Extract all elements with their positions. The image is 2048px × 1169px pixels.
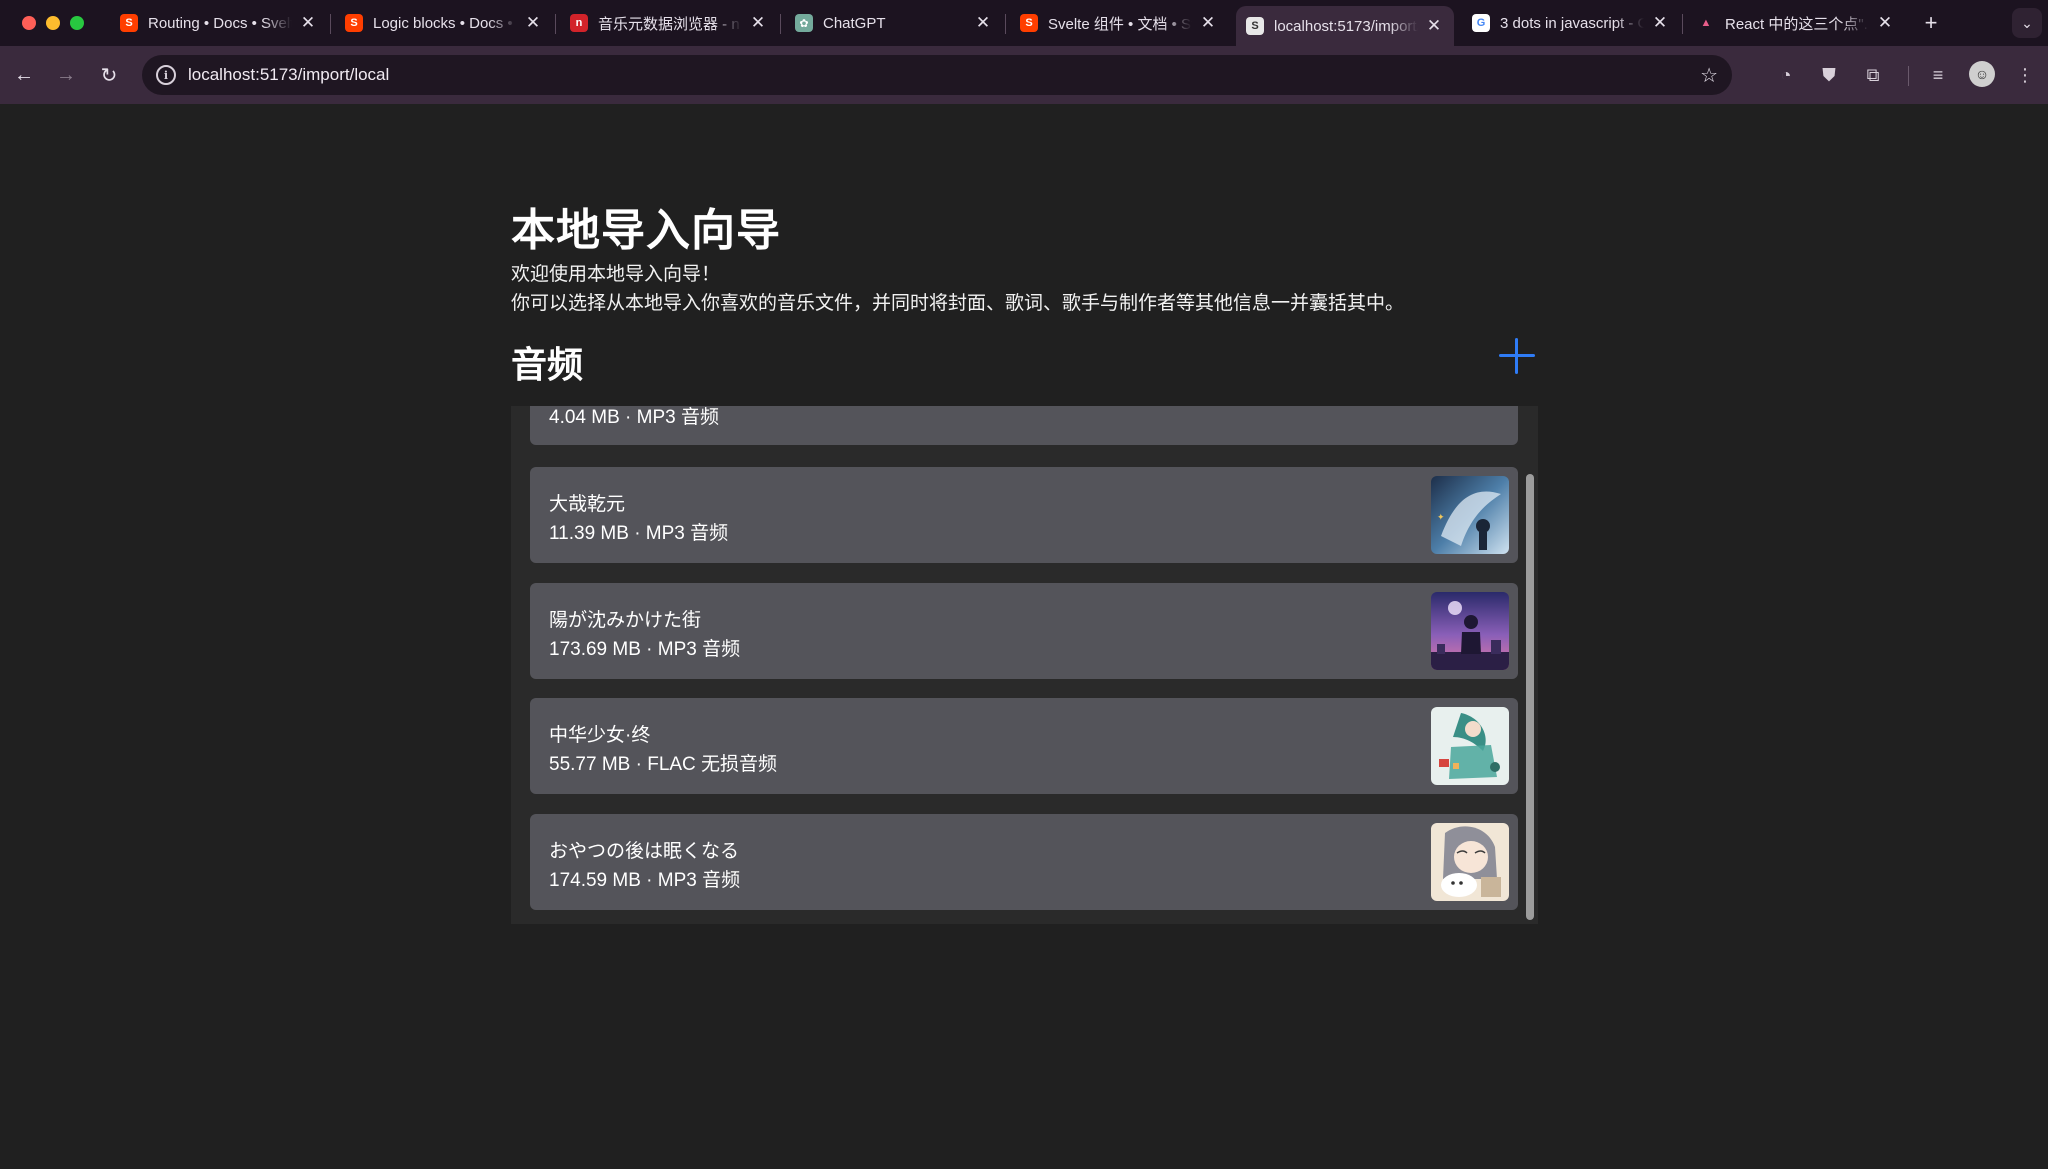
album-cover: ✦ [1431, 476, 1509, 554]
media-control-icon[interactable]: ≡ [1925, 62, 1951, 88]
tab-separator [555, 14, 556, 34]
album-cover [1431, 707, 1509, 785]
track-meta: 4.04 MB · MP3 音频 [549, 407, 719, 428]
address-bar[interactable]: i localhost:5173/import/local ☆ [142, 55, 1732, 95]
tab-title: 音乐元数据浏览器 - n [598, 15, 740, 33]
track-title: 中华少女·终 [549, 725, 651, 746]
extensions-puzzle-icon[interactable]: ⧉ [1860, 62, 1886, 88]
tab-separator [1005, 14, 1006, 34]
browser-toolbar: ← → ↻ i localhost:5173/import/local ☆ ◔ … [0, 46, 2048, 104]
tab-close-icon[interactable]: ✕ [1424, 16, 1444, 36]
tab-search-button[interactable]: ⌄ [2012, 8, 2042, 38]
tab-close-icon[interactable]: ✕ [973, 13, 993, 33]
google-logo-icon: G [1472, 14, 1490, 32]
browser-tab[interactable]: n 音乐元数据浏览器 - n ✕ [560, 6, 778, 40]
track-meta: 174.59 MB · MP3 音频 [549, 870, 741, 891]
reload-button[interactable]: ↻ [95, 61, 123, 89]
url-text[interactable]: localhost:5173/import/local [188, 65, 389, 85]
album-cover [1431, 592, 1509, 670]
window-minimize-button[interactable] [46, 16, 60, 30]
audio-list[interactable]: 4.04 MB · MP3 音频 大哉乾元 11.39 MB · MP3 音频 [511, 406, 1538, 924]
album-cover [1431, 823, 1509, 901]
browser-tab[interactable]: ▲ React 中的这三个点"..." ✕ [1687, 6, 1905, 40]
browser-tab[interactable]: S Logic blocks • Docs • Svelte ✕ [335, 6, 553, 40]
tab-separator [330, 14, 331, 34]
page-title: 本地导入向导 [511, 206, 781, 255]
audio-list-scrollbar[interactable] [1526, 474, 1534, 920]
audio-list-item[interactable]: 陽が沈みかけた街 173.69 MB · MP3 音频 [530, 583, 1518, 679]
svelte-logo-icon: S [1020, 14, 1038, 32]
new-tab-button[interactable]: + [1916, 8, 1946, 38]
n-logo-icon: n [570, 14, 588, 32]
audio-list-item[interactable]: 大哉乾元 11.39 MB · MP3 音频 ✦ [530, 467, 1518, 563]
tab-title: Routing • Docs • Svelte [148, 14, 292, 32]
tab-close-icon[interactable]: ✕ [748, 13, 768, 33]
browser-tab[interactable]: S Svelte 组件 • 文档 • Svelte ✕ [1010, 6, 1228, 40]
track-meta: 55.77 MB · FLAC 无损音频 [549, 754, 778, 775]
intro-text: 欢迎使用本地导入向导！ 你可以选择从本地导入你喜欢的音乐文件，并同时将封面、歌词… [511, 260, 1531, 318]
window-close-button[interactable] [22, 16, 36, 30]
tab-separator [1682, 14, 1683, 34]
tab-title: Svelte 组件 • 文档 • Svelte [1048, 15, 1192, 33]
profile-avatar[interactable]: ☺ [1969, 61, 1995, 87]
section-title-audio: 音频 [511, 344, 584, 385]
tab-close-icon[interactable]: ✕ [1875, 13, 1895, 33]
browser-menu-icon[interactable]: ⋮ [2012, 62, 2038, 88]
forward-button[interactable]: → [52, 61, 80, 89]
extension-shield-icon[interactable]: ⛊ [1816, 62, 1842, 88]
tab-close-icon[interactable]: ✕ [523, 13, 543, 33]
svelte-logo-icon: S [345, 14, 363, 32]
tab-title: ChatGPT [823, 14, 886, 32]
tab-title: localhost:5173/import/local [1274, 17, 1418, 35]
tab-close-icon[interactable]: ✕ [298, 13, 318, 33]
back-button[interactable]: ← [10, 61, 38, 89]
track-meta: 173.69 MB · MP3 音频 [549, 639, 741, 660]
intro-line: 欢迎使用本地导入向导！ [511, 264, 721, 285]
tab-close-icon[interactable]: ✕ [1650, 13, 1670, 33]
page-icon: S [1246, 17, 1264, 35]
audio-list-item[interactable]: おやつの後は眠くなる 174.59 MB · MP3 音频 [530, 814, 1518, 910]
track-title: 陽が沈みかけた街 [549, 610, 702, 631]
tab-title: 3 dots in javascript - Google [1500, 14, 1644, 32]
react-logo-icon: ▲ [1700, 17, 1712, 29]
tab-title: Logic blocks • Docs • Svelte [373, 14, 517, 32]
bookmark-star-icon[interactable]: ☆ [1700, 63, 1718, 88]
audio-list-item[interactable]: 4.04 MB · MP3 音频 [530, 406, 1518, 445]
extension-glasses-icon[interactable]: ◔ [1773, 62, 1799, 88]
tab-separator [780, 14, 781, 34]
chatgpt-logo-icon: ✿ [795, 14, 813, 32]
svelte-logo-icon: S [120, 14, 138, 32]
svg-text:✦: ✦ [1437, 513, 1445, 523]
intro-line: 你可以选择从本地导入你喜欢的音乐文件，并同时将封面、歌词、歌手与制作者等其他信息… [511, 293, 1405, 314]
tab-title: React 中的这三个点"..." [1725, 15, 1869, 33]
track-title: 大哉乾元 [549, 494, 626, 515]
add-audio-button[interactable] [1497, 336, 1537, 376]
page-viewport: 本地导入向导 欢迎使用本地导入向导！ 你可以选择从本地导入你喜欢的音乐文件，并同… [0, 104, 2048, 1169]
browser-tab-active[interactable]: S localhost:5173/import/local ✕ [1236, 6, 1454, 46]
browser-tab[interactable]: ✿ ChatGPT ✕ [785, 6, 1003, 40]
site-info-icon[interactable]: i [156, 65, 176, 85]
track-title: おやつの後は眠くなる [549, 841, 740, 862]
tab-strip: S Routing • Docs • Svelte ✕ S Logic bloc… [0, 0, 2048, 46]
track-meta: 11.39 MB · MP3 音频 [549, 523, 729, 544]
browser-tab[interactable]: G 3 dots in javascript - Google ✕ [1462, 6, 1680, 40]
toolbar-separator [1908, 66, 1909, 86]
tab-close-icon[interactable]: ✕ [1198, 13, 1218, 33]
audio-list-item[interactable]: 中华少女·终 55.77 MB · FLAC 无损音频 [530, 698, 1518, 794]
window-zoom-button[interactable] [70, 16, 84, 30]
browser-tab[interactable]: S Routing • Docs • Svelte ✕ [110, 6, 328, 40]
